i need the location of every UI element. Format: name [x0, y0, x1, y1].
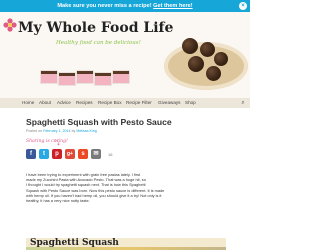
nav-item-recipes[interactable]: Recipes — [76, 98, 93, 108]
header-photo-square — [94, 72, 112, 86]
post-date[interactable]: February 1, 2014 — [43, 129, 70, 133]
post-author[interactable]: Melissa King — [76, 129, 96, 133]
post-body: I have been trying to experiment with gr… — [26, 172, 231, 203]
post-meta-by: by — [71, 129, 76, 133]
nav-item-about[interactable]: About — [39, 98, 51, 108]
notice-bar: Make sure you never miss a recipe! Get t… — [0, 0, 250, 12]
flower-icon — [3, 18, 17, 32]
notice-link[interactable]: Get them here! — [153, 3, 192, 9]
nav-item-shop[interactable]: Shop — [185, 98, 196, 108]
post-title[interactable]: Spaghetti Squash with Pesto Sauce — [26, 117, 172, 127]
email-icon[interactable]: ✉ — [91, 149, 101, 159]
google-plus-icon[interactable]: g+ — [65, 149, 75, 159]
pinterest-icon[interactable]: p — [52, 149, 62, 159]
post-body-line: healthy, it has a very nice nutty taste. — [26, 198, 90, 204]
header-photo-ball — [188, 56, 204, 72]
site-tagline: Healthy food can be delicious! — [56, 40, 141, 46]
header-photo-ball — [200, 42, 215, 57]
nav-item-recipe-box[interactable]: Recipe Box — [98, 98, 122, 108]
header-photo-square — [112, 70, 130, 84]
facebook-icon[interactable]: f — [26, 149, 36, 159]
nav-item-advice[interactable]: Advice — [57, 98, 71, 108]
nav-item-giveaways[interactable]: Giveaways — [158, 98, 180, 108]
post-meta: Posted on February 1, 2014 by Melissa Ki… — [26, 129, 97, 133]
header-photo-ball — [206, 66, 221, 81]
sharing-label: Sharing is caring! — [26, 139, 68, 144]
notice-text: Make sure you never miss a recipe! — [57, 3, 152, 9]
site-logo[interactable]: My Whole Food Life — [18, 20, 173, 36]
close-icon[interactable]: × — [239, 2, 247, 10]
header-photo-ball — [214, 52, 228, 66]
header-photo-square — [58, 72, 76, 86]
masthead: My Whole Food Life Healthy food can be d… — [0, 12, 250, 98]
post-meta-prefix: Posted on — [26, 129, 43, 133]
header-photo-square — [76, 70, 94, 84]
post-hero-image[interactable]: Spaghetti Squash — [26, 238, 226, 250]
header-photo-square — [40, 70, 58, 84]
curved-arrow-icon: ⤵ — [54, 141, 61, 147]
share-count: 16 — [108, 152, 113, 157]
header-photo-ball — [182, 38, 198, 54]
twitter-icon[interactable]: t — [39, 149, 49, 159]
stumbleupon-icon[interactable]: s — [78, 149, 88, 159]
main-nav: Home About Advice Recipes Recipe Box Rec… — [0, 98, 250, 108]
nav-item-home[interactable]: Home — [22, 98, 34, 108]
search-icon[interactable]: ⌕ — [239, 100, 247, 106]
nav-item-recipe-filter[interactable]: Recipe Filter — [126, 98, 152, 108]
